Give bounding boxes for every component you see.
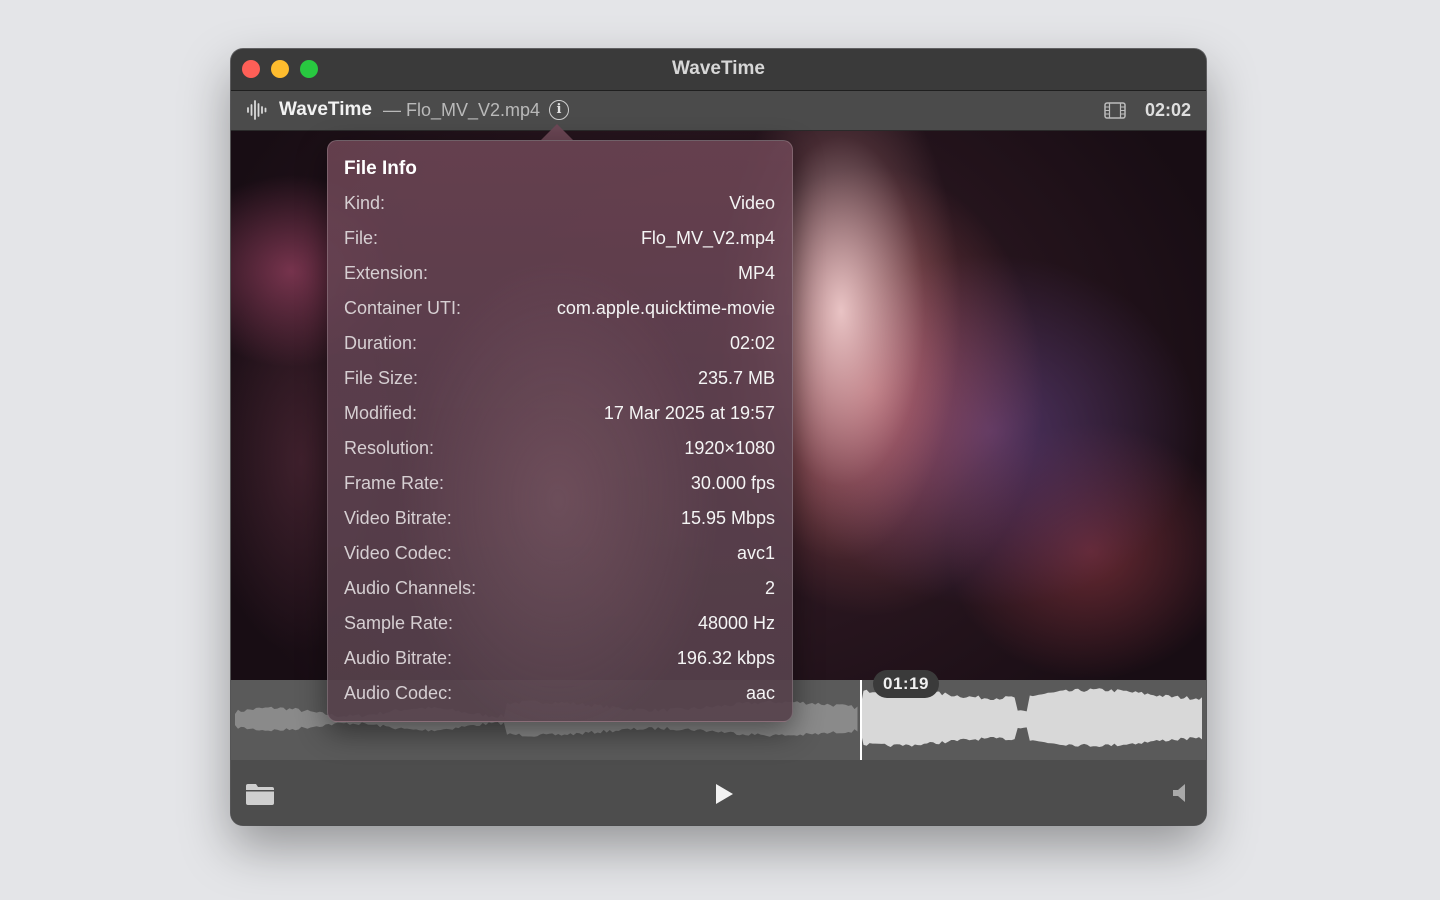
- info-row: Extension: MP4: [344, 263, 775, 289]
- info-label: Video Bitrate:: [344, 508, 452, 528]
- info-label: Sample Rate:: [344, 613, 454, 633]
- info-label: File:: [344, 228, 379, 248]
- info-value: 2: [764, 578, 775, 598]
- waveform-icon: [247, 100, 267, 120]
- info-label: Audio Bitrate:: [344, 648, 453, 668]
- info-row: Modified: 17 Mar 2025 at 19:57: [344, 403, 775, 429]
- total-duration: 02:02: [1144, 100, 1191, 120]
- play-icon[interactable]: [714, 783, 734, 805]
- info-row: Duration: 02:02: [344, 333, 775, 359]
- speaker-icon[interactable]: [1172, 783, 1188, 803]
- info-circle-icon[interactable]: i: [549, 100, 569, 120]
- info-value: 30.000 fps: [690, 473, 775, 493]
- info-value: MP4: [737, 263, 775, 283]
- popover-title: File Info: [344, 158, 417, 179]
- film-icon: [1104, 102, 1126, 119]
- info-row: Container UTI: com.apple.quicktime-movie: [344, 298, 775, 324]
- info-label: Frame Rate:: [344, 473, 445, 493]
- info-row: Video Bitrate: 15.95 Mbps: [344, 508, 775, 534]
- info-value: 196.32 kbps: [676, 648, 775, 668]
- info-value: aac: [745, 683, 775, 703]
- info-label: Container UTI:: [344, 298, 462, 318]
- folder-icon[interactable]: [245, 782, 275, 806]
- info-label: Audio Channels:: [344, 578, 477, 598]
- info-label: File Size:: [344, 368, 419, 388]
- info-value: Video: [729, 193, 775, 213]
- info-row: Audio Channels: 2: [344, 578, 775, 604]
- info-row: File Size: 235.7 MB: [344, 368, 775, 394]
- info-label: Resolution:: [344, 438, 435, 458]
- info-row: Frame Rate: 30.000 fps: [344, 473, 775, 499]
- app-name: WaveTime: [279, 99, 372, 120]
- info-value: 1920×1080: [684, 438, 775, 458]
- info-label: Modified:: [344, 403, 418, 423]
- info-row: Audio Codec: aac: [344, 683, 775, 709]
- info-value: 02:02: [729, 333, 775, 353]
- info-row: Kind: Video: [344, 193, 775, 219]
- current-time-badge: 01:19: [873, 670, 939, 698]
- current-file-name: — Flo_MV_V2.mp4: [383, 100, 541, 120]
- title-bar: WaveTime: [231, 49, 1206, 91]
- info-value: 235.7 MB: [697, 368, 775, 388]
- window-title: WaveTime: [672, 58, 765, 79]
- popover-arrow: [541, 124, 573, 140]
- info-value: 17 Mar 2025 at 19:57: [603, 403, 775, 423]
- info-label: Duration:: [344, 333, 418, 353]
- info-value: Flo_MV_V2.mp4: [640, 228, 775, 248]
- info-label: Audio Codec:: [344, 683, 453, 703]
- playhead[interactable]: [860, 680, 862, 760]
- info-value: 15.95 Mbps: [680, 508, 775, 528]
- playback-controls: [231, 760, 1206, 825]
- info-value: 48000 Hz: [697, 613, 775, 633]
- info-value: avc1: [736, 543, 775, 563]
- info-row: Video Codec: avc1: [344, 543, 775, 569]
- info-label: Extension:: [344, 263, 429, 283]
- info-row: Sample Rate: 48000 Hz: [344, 613, 775, 639]
- info-row: Audio Bitrate: 196.32 kbps: [344, 648, 775, 674]
- info-row: File: Flo_MV_V2.mp4: [344, 228, 775, 254]
- toolbar: WaveTime — Flo_MV_V2.mp4 i 02:02: [231, 91, 1206, 131]
- info-value: com.apple.quicktime-movie: [556, 298, 775, 318]
- info-label: Kind:: [344, 193, 386, 213]
- info-row: Resolution: 1920×1080: [344, 438, 775, 464]
- file-info-popover: File Info Kind: Video File: Flo_MV_V2.mp4 Ex…: [327, 140, 793, 722]
- info-label: Video Codec:: [344, 543, 452, 563]
